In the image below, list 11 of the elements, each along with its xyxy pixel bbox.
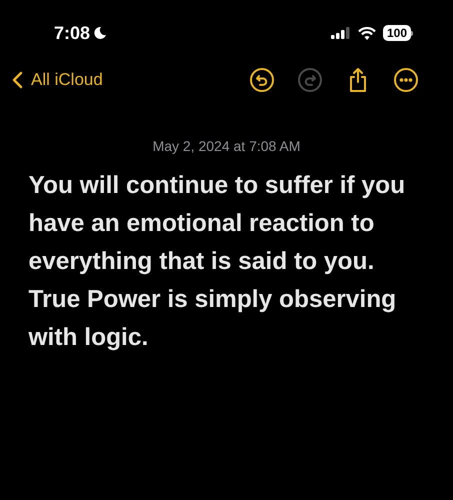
signal-icon — [330, 27, 351, 39]
note-body: You will continue to suffer if you have an emotional reaction to everything that is said to you. True Power is simply observing with logic. — [28, 171, 406, 353]
note-date: May 2, 2024 at 7:08 AM — [152, 137, 300, 156]
status-time: 7:08 — [54, 22, 90, 44]
chevron-left-icon — [12, 71, 23, 89]
battery-level: 100 — [382, 25, 411, 41]
wifi-icon — [358, 26, 376, 40]
back-button[interactable]: All iCloud — [12, 67, 103, 93]
more-icon[interactable] — [393, 67, 419, 93]
undo-icon[interactable] — [249, 67, 275, 93]
moon-icon — [93, 26, 108, 40]
